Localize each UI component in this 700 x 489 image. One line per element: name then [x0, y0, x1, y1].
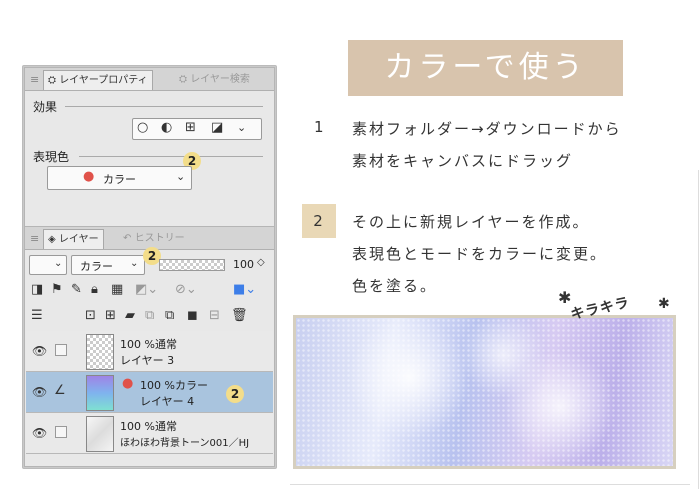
- expression-divider: [79, 156, 263, 157]
- layer-name: ほわほわ背景トーン001／HJ: [120, 438, 250, 449]
- expression-color-value: カラー: [103, 173, 136, 186]
- opacity-value[interactable]: 100: [233, 258, 254, 271]
- layer-name: レイヤー 3: [120, 354, 175, 367]
- layer-color-icon[interactable]: ◪: [211, 121, 223, 135]
- chevron-down-icon: ⌄: [54, 258, 63, 269]
- create-mask-icon[interactable]: ◼: [187, 309, 198, 323]
- layer-name: レイヤー 4: [140, 395, 195, 408]
- layer-icon: ◈: [48, 234, 56, 245]
- draft-icon[interactable]: ✎: [71, 283, 82, 297]
- sparkle-icon: ✱: [658, 296, 670, 312]
- step2-number: 2: [302, 204, 336, 238]
- tab-layer-property[interactable]: ⛭ レイヤープロパティ: [43, 70, 153, 90]
- history-icon: ↶: [123, 233, 132, 244]
- color-mode-icon: ●: [83, 169, 95, 184]
- combine-icon[interactable]: ⧉: [165, 309, 174, 323]
- lock-transparent-icon[interactable]: ▦: [111, 283, 123, 297]
- new-vector-layer-icon[interactable]: ⊞: [105, 309, 116, 323]
- chevron-down-icon[interactable]: ⌄: [237, 121, 246, 135]
- layer-blend-text: 100 %通常: [120, 338, 177, 351]
- layer-thumbnail: [86, 375, 114, 411]
- effect-divider: [65, 106, 263, 107]
- layer-color-select-icon[interactable]: ■⌄: [233, 283, 256, 297]
- eye-icon[interactable]: 👁︎: [32, 344, 47, 358]
- blend-mode-select[interactable]: カラー ⌄: [71, 255, 145, 275]
- tab-layer[interactable]: ◈ レイヤー: [43, 229, 104, 249]
- layer-list-icon[interactable]: ☰: [31, 309, 43, 323]
- chevron-down-icon: ⌄: [130, 258, 139, 269]
- trash-icon[interactable]: 🗑︎: [231, 309, 248, 323]
- ruler-enable-icon[interactable]: ⊘⌄: [175, 283, 197, 297]
- expression-color-select[interactable]: ● カラー ⌄: [47, 166, 192, 190]
- blend-mode-value: カラー: [80, 260, 113, 273]
- layer-select-checkbox[interactable]: [55, 344, 67, 356]
- sparkle-icon: ✱: [558, 288, 572, 307]
- frame-line: [698, 170, 699, 489]
- color-swatch-select[interactable]: ⌄: [29, 255, 67, 275]
- sample-image: [293, 315, 676, 469]
- layer-search-icon: ⛭: [179, 74, 187, 85]
- layer-thumbnail: [86, 416, 114, 452]
- step1-number: 1: [314, 118, 326, 136]
- property-tabbar: ≡ ⛭ レイヤープロパティ ⛭ レイヤー検索: [25, 68, 274, 91]
- layer-property-panel: ≡ ⛭ レイヤープロパティ ⛭ レイヤー検索 効果 ○ ◐ ⊞ ◪ ⌄ 表現色 …: [24, 67, 275, 227]
- step2-line2: 表現色とモードをカラーに変更。: [352, 245, 608, 263]
- watercolor-edge-icon[interactable]: ◐: [161, 121, 172, 135]
- frame-line: [290, 484, 690, 485]
- layer-blend-text: 100 %カラー: [140, 379, 208, 392]
- layer-row[interactable]: 👁︎ ∠ ● 100 %カラー レイヤー 4 2: [26, 372, 273, 413]
- step2-line1: その上に新規レイヤーを作成。: [352, 213, 590, 231]
- opacity-slider[interactable]: [159, 259, 225, 271]
- layer-select-checkbox[interactable]: [55, 426, 67, 438]
- eye-icon[interactable]: 👁︎: [32, 426, 47, 440]
- new-raster-layer-icon[interactable]: ⊡: [85, 309, 96, 323]
- panel-menu-icon[interactable]: ≡: [30, 73, 39, 86]
- layer-thumbnail: [86, 334, 114, 370]
- tone-effect-icon[interactable]: ⊞: [185, 121, 196, 135]
- lock-icon[interactable]: 🔒︎: [91, 283, 98, 297]
- pen-icon: ∠: [54, 383, 66, 398]
- layer-row[interactable]: 👁︎ 100 %通常 ほわほわ背景トーン001／HJ: [26, 413, 273, 454]
- eye-icon[interactable]: 👁︎: [32, 385, 47, 399]
- clip-icon[interactable]: ◨: [31, 283, 43, 297]
- layer-property-icon: ⛭: [48, 75, 56, 86]
- section-banner: カラーで使う: [348, 40, 623, 96]
- effect-label: 効果: [33, 100, 58, 114]
- opacity-stepper-icon[interactable]: ◇: [257, 256, 265, 270]
- chevron-down-icon: ⌄: [176, 170, 186, 183]
- effect-buttons: ○ ◐ ⊞ ◪ ⌄: [132, 118, 262, 140]
- expression-color-label: 表現色: [33, 150, 70, 164]
- color-mode-icon: ●: [122, 376, 134, 391]
- layer-list-panel: ≡ ◈ レイヤー ↶ ヒストリー ⌄ カラー ⌄ 2 100 ◇ ◨ ⚑ ✎ 🔒…: [24, 226, 275, 467]
- layer-row[interactable]: 👁︎ 100 %通常 レイヤー 3: [26, 331, 273, 372]
- tab-history[interactable]: ↶ ヒストリー: [119, 229, 189, 248]
- tab-layer-search[interactable]: ⛭ レイヤー検索: [175, 70, 254, 89]
- step-badge: 2: [226, 385, 244, 403]
- step2-line3: 色を塗る。: [352, 277, 438, 295]
- apply-mask-icon[interactable]: ⊟: [209, 309, 220, 323]
- reference-icon[interactable]: ⚑: [51, 283, 63, 297]
- border-effect-icon[interactable]: ○: [137, 121, 148, 135]
- panel-menu-icon[interactable]: ≡: [30, 232, 39, 245]
- mask-enable-icon[interactable]: ◩⌄: [135, 283, 158, 297]
- layer-blend-text: 100 %通常: [120, 420, 177, 433]
- new-folder-icon[interactable]: ▰: [125, 309, 135, 323]
- step1-line1: 素材フォルダー→ダウンロードから: [352, 120, 622, 138]
- step1-line2: 素材をキャンバスにドラッグ: [352, 152, 574, 170]
- transfer-icon[interactable]: ⧉: [145, 309, 154, 323]
- layer-panel: ≡ ⛭ レイヤープロパティ ⛭ レイヤー検索 効果 ○ ◐ ⊞ ◪ ⌄ 表現色 …: [22, 65, 277, 469]
